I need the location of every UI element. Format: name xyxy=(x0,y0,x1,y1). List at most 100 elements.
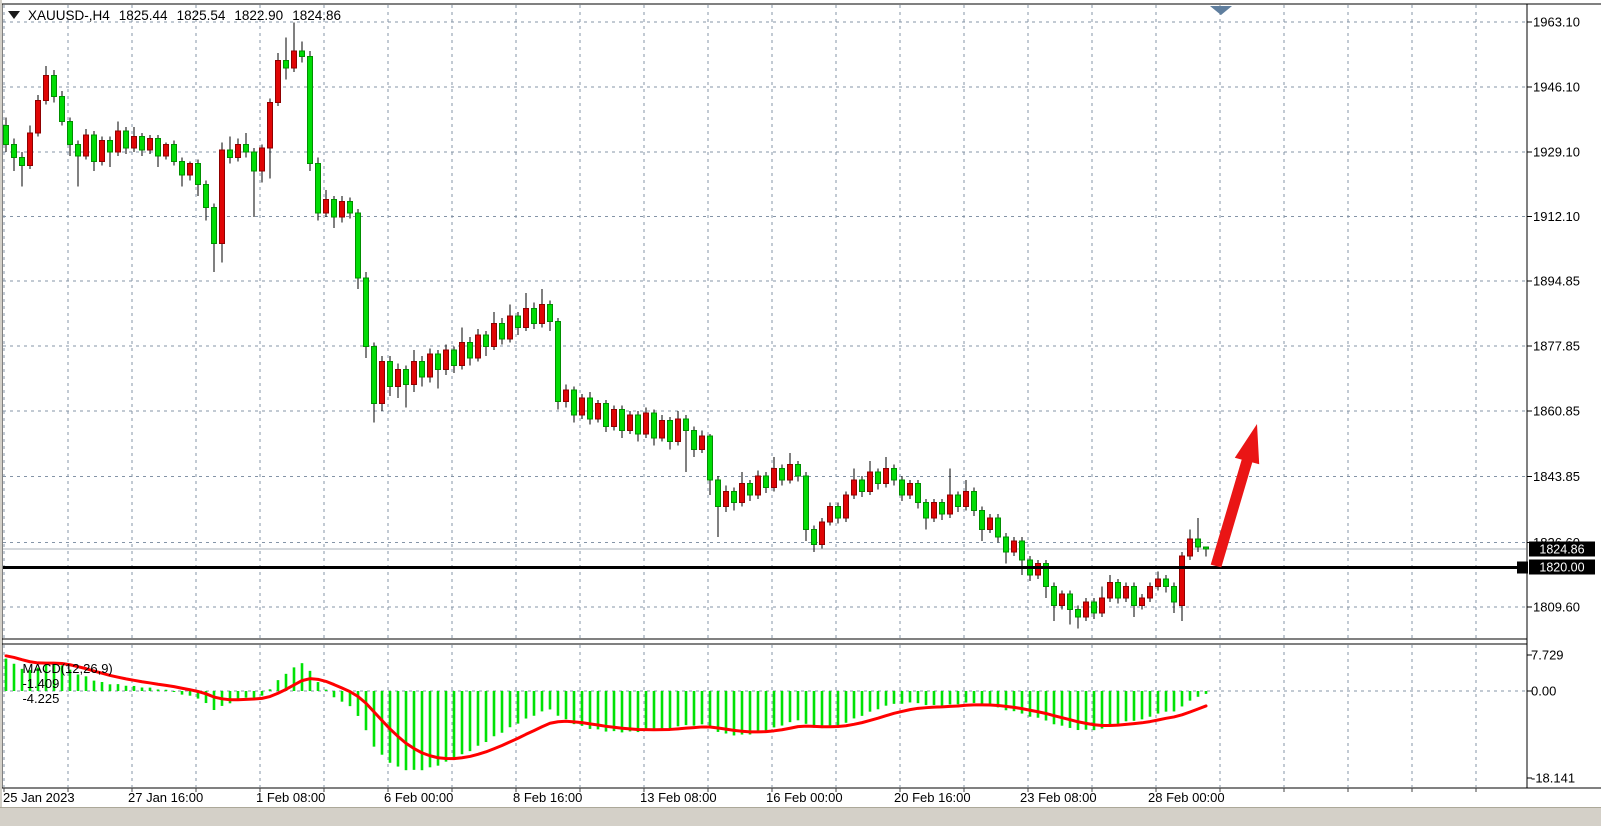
candle-body xyxy=(188,163,193,174)
candle-body xyxy=(1164,579,1169,587)
candle-body xyxy=(452,350,457,365)
symbol-dropdown-icon[interactable] xyxy=(8,11,20,19)
macd-histogram-bar xyxy=(629,691,632,731)
candle-body xyxy=(940,503,945,514)
candle-body xyxy=(620,409,625,430)
macd-histogram-bar xyxy=(677,691,680,726)
candle-body xyxy=(356,213,361,278)
candle-body xyxy=(20,158,25,166)
candle-body xyxy=(1140,598,1145,606)
candle-body xyxy=(1068,594,1073,609)
candle-body xyxy=(460,343,465,366)
macd-histogram-bar xyxy=(725,691,728,734)
candle-body xyxy=(1004,537,1009,552)
window-left-edge xyxy=(0,0,2,807)
candle-body xyxy=(788,465,793,480)
candle-body xyxy=(900,480,905,495)
macd-histogram-bar xyxy=(957,691,960,704)
macd-name: MACD(12,26,9) xyxy=(22,661,112,676)
macd-histogram-bar xyxy=(717,691,720,732)
macd-histogram-bar xyxy=(173,691,176,692)
macd-histogram-bar xyxy=(581,691,584,726)
candle-body xyxy=(996,518,1001,537)
candle-body xyxy=(1052,587,1057,606)
time-axis-label: 1 Feb 08:00 xyxy=(256,790,325,805)
macd-histogram-bar xyxy=(541,691,544,711)
time-axis-label: 6 Feb 00:00 xyxy=(384,790,453,805)
candle-body xyxy=(348,202,353,213)
symbol-period-label: XAUUSD-,H4 xyxy=(28,8,110,23)
macd-histogram-bar xyxy=(517,691,520,724)
time-axis-label: 20 Feb 16:00 xyxy=(894,790,971,805)
macd-histogram-bar xyxy=(1197,691,1200,697)
macd-histogram-bar xyxy=(933,691,936,705)
candle-body xyxy=(108,141,113,152)
candle-body xyxy=(916,484,921,503)
candle-body xyxy=(1196,539,1201,547)
macd-histogram-bar xyxy=(701,691,704,724)
macd-histogram-bar xyxy=(509,691,512,727)
candle-body xyxy=(836,507,841,518)
candle-body xyxy=(964,491,969,506)
macd-histogram-bar xyxy=(741,691,744,735)
candle-body xyxy=(324,200,329,213)
candle-body xyxy=(364,278,369,347)
macd-histogram-bar xyxy=(325,690,328,691)
macd-histogram-bar xyxy=(533,691,536,716)
macd-histogram-bar xyxy=(245,691,248,698)
candle-body xyxy=(132,137,137,148)
candle-body xyxy=(484,335,489,346)
candle-body xyxy=(1180,556,1185,606)
macd-histogram-bar xyxy=(421,691,424,770)
macd-histogram-bar xyxy=(749,691,752,734)
macd-histogram-bar xyxy=(981,691,984,705)
macd-histogram-bar xyxy=(781,691,784,726)
candle-body xyxy=(668,421,673,442)
macd-histogram-bar xyxy=(309,671,312,691)
macd-histogram-bar xyxy=(437,691,440,766)
support-line-anchor[interactable] xyxy=(1517,561,1528,573)
candle-body xyxy=(532,308,537,323)
candle-body xyxy=(284,61,289,69)
candle-body xyxy=(116,131,121,152)
candle-body xyxy=(972,491,977,510)
price-chart-canvas[interactable]: 1963.101946.101929.101912.101894.851877.… xyxy=(0,0,1601,825)
candle-body xyxy=(492,324,497,347)
candle-body xyxy=(420,362,425,377)
candle-body xyxy=(1012,541,1017,552)
macd-histogram-bar xyxy=(165,690,168,691)
macd-histogram-bar xyxy=(461,691,464,754)
candle-body xyxy=(612,409,617,426)
chart-shift-marker-icon[interactable] xyxy=(1210,6,1232,15)
macd-histogram-bar xyxy=(765,691,768,731)
candle-body xyxy=(524,308,529,327)
candle-body xyxy=(300,51,305,57)
macd-histogram-bar xyxy=(317,682,320,691)
candle-body xyxy=(148,139,153,150)
candle-body xyxy=(1204,547,1209,549)
candle-body xyxy=(1124,587,1129,598)
candle-body xyxy=(884,468,889,483)
candle-body xyxy=(212,207,217,243)
candle-body xyxy=(796,465,801,476)
macd-histogram-bar xyxy=(469,691,472,751)
candle-body xyxy=(676,419,681,442)
macd-histogram-bar xyxy=(1045,691,1048,721)
candle-body xyxy=(508,316,513,339)
candle-body xyxy=(596,404,601,419)
macd-histogram-bar xyxy=(949,691,952,704)
macd-histogram-bar xyxy=(125,686,128,691)
macd-histogram-bar xyxy=(917,691,920,703)
candle-body xyxy=(812,529,817,544)
candle-body xyxy=(756,476,761,495)
macd-histogram-bar xyxy=(397,691,400,767)
macd-histogram-bar xyxy=(621,691,624,732)
macd-histogram-bar xyxy=(973,691,976,703)
candle-body xyxy=(84,135,89,156)
macd-histogram-bar xyxy=(613,691,616,731)
candle-body xyxy=(660,421,665,438)
candle-body xyxy=(36,101,41,133)
macd-histogram-bar xyxy=(501,691,504,733)
macd-histogram-bar xyxy=(453,691,456,759)
chart-title: XAUUSD-,H4 1825.44 1825.54 1822.90 1824.… xyxy=(8,6,350,24)
